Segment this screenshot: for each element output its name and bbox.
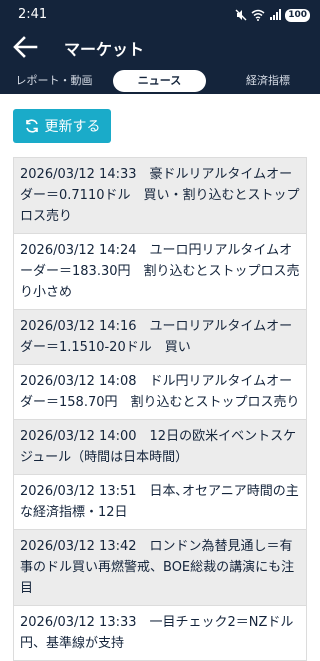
arrow-back-icon xyxy=(13,36,38,58)
news-item[interactable]: 2026/03/12 13:51 日本､オセアニア時間の主な経済指標・12日 xyxy=(13,475,307,530)
status-icons: 100 xyxy=(235,8,310,22)
battery-indicator: 100 xyxy=(285,8,310,22)
news-item[interactable]: 2026/03/12 13:42 ロンドン為替見通し＝有事のドル買い再燃警戒、B… xyxy=(13,530,307,606)
tab-bar: レポート・動画 ニュース 経済指標 xyxy=(0,70,320,92)
news-list: 2026/03/12 14:33 豪ドルリアルタイムオーダー＝0.7110ドル … xyxy=(13,157,307,661)
wifi-icon xyxy=(251,9,265,21)
signal-icon xyxy=(270,9,282,20)
news-item[interactable]: 2026/03/12 14:24 ユーロ円リアルタイムオーダー＝183.30円 … xyxy=(13,234,307,310)
news-item[interactable]: 2026/03/12 14:00 12日の欧米イベントスケジュール（時間は日本時… xyxy=(13,420,307,475)
refresh-label: 更新する xyxy=(44,119,101,135)
page-title: マーケット xyxy=(64,40,145,59)
news-item[interactable]: 2026/03/12 14:16 ユーロリアルタイムオーダー＝1.1510-20… xyxy=(13,310,307,365)
status-bar: 2:41 100 xyxy=(0,0,320,32)
status-time: 2:41 xyxy=(18,7,48,22)
mute-icon xyxy=(235,9,247,21)
header: 2:41 100 マーケット レポート・動画 ニュース 経済指標 xyxy=(0,0,320,94)
tab-economic-indicators[interactable]: 経済指標 xyxy=(226,70,310,92)
news-item[interactable]: 2026/03/12 14:33 豪ドルリアルタイムオーダー＝0.7110ドル … xyxy=(13,158,307,234)
news-item[interactable]: 2026/03/12 13:33 一目チェック2＝NZドル円、基準線が支持 xyxy=(13,606,307,661)
app-bar: マーケット xyxy=(0,32,320,62)
tab-reports-videos[interactable]: レポート・動画 xyxy=(6,70,102,92)
news-item[interactable]: 2026/03/12 14:08 ドル円リアルタイムオーダー＝158.70円 割… xyxy=(13,365,307,420)
tab-news[interactable]: ニュース xyxy=(113,70,206,92)
refresh-icon xyxy=(25,119,38,133)
back-button[interactable] xyxy=(12,35,38,59)
refresh-button[interactable]: 更新する xyxy=(13,109,111,143)
